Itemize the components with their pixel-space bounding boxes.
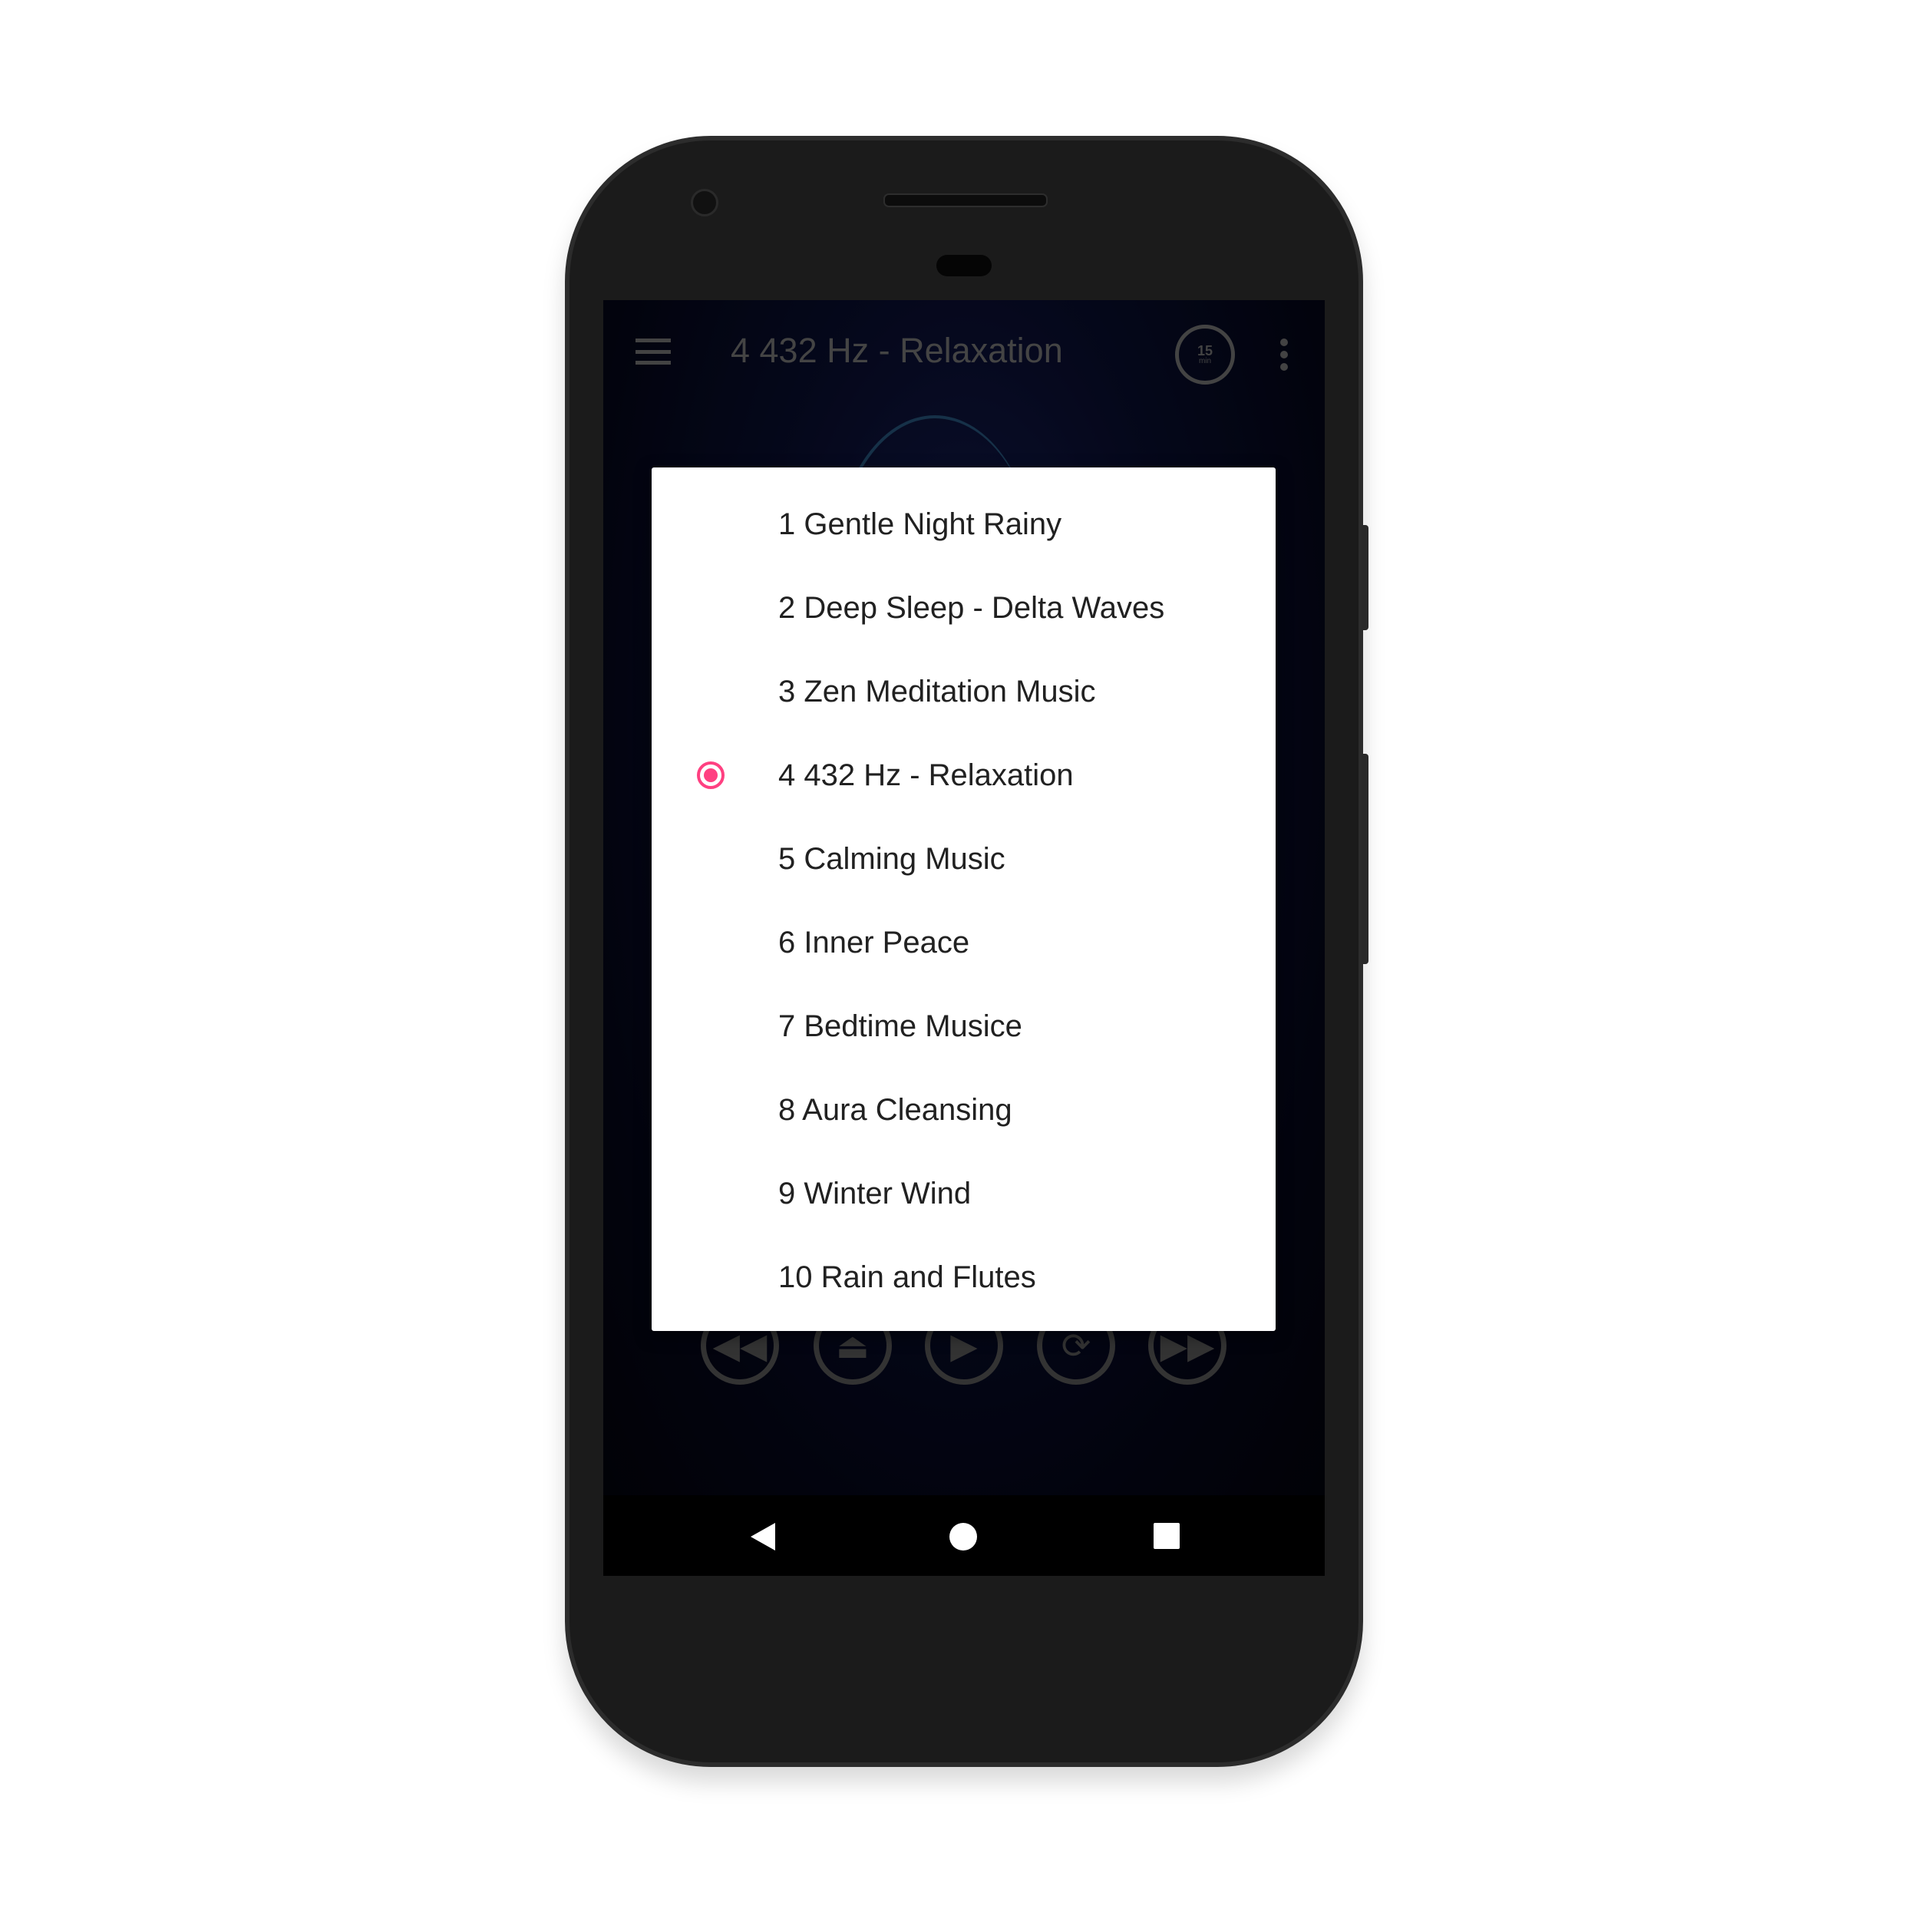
track-select-dialog: 1 Gentle Night Rainy 2 Deep Sleep - Delt… [652,467,1276,1331]
track-label: 5 Calming Music [778,841,1005,876]
track-label: 9 Winter Wind [778,1176,972,1210]
track-option[interactable]: 2 Deep Sleep - Delta Waves [652,570,1276,646]
track-option[interactable]: 7 Bedtime Musice [652,988,1276,1065]
track-option[interactable]: 8 Aura Cleansing [652,1072,1276,1148]
home-icon[interactable] [949,1523,977,1551]
power-button [1362,525,1368,630]
volume-button [1362,754,1368,964]
track-option[interactable]: 5 Calming Music [652,821,1276,897]
track-label: 8 Aura Cleansing [778,1092,1012,1127]
back-icon[interactable] [751,1523,775,1551]
earpiece-speaker [883,193,1048,207]
track-option-selected[interactable]: 4 432 Hz - Relaxation [652,737,1276,814]
track-option[interactable]: 6 Inner Peace [652,904,1276,981]
track-option[interactable]: 1 Gentle Night Rainy [652,486,1276,563]
track-label: 3 Zen Meditation Music [778,674,1096,708]
track-label: 4 432 Hz - Relaxation [778,758,1074,792]
front-camera [691,189,718,216]
recents-icon[interactable] [1154,1523,1180,1549]
proximity-sensor [936,255,992,276]
track-label: 7 Bedtime Musice [778,1009,1022,1043]
system-navigation-bar [603,1495,1325,1576]
radio-selected-icon[interactable] [697,761,725,789]
track-option[interactable]: 3 Zen Meditation Music [652,653,1276,730]
track-label: 1 Gentle Night Rainy [778,507,1062,541]
track-label: 2 Deep Sleep - Delta Waves [778,590,1165,625]
track-option[interactable]: 9 Winter Wind [652,1155,1276,1232]
track-option[interactable]: 10 Rain and Flutes [652,1239,1276,1316]
track-label: 6 Inner Peace [778,925,970,959]
track-label: 10 Rain and Flutes [778,1260,1036,1294]
